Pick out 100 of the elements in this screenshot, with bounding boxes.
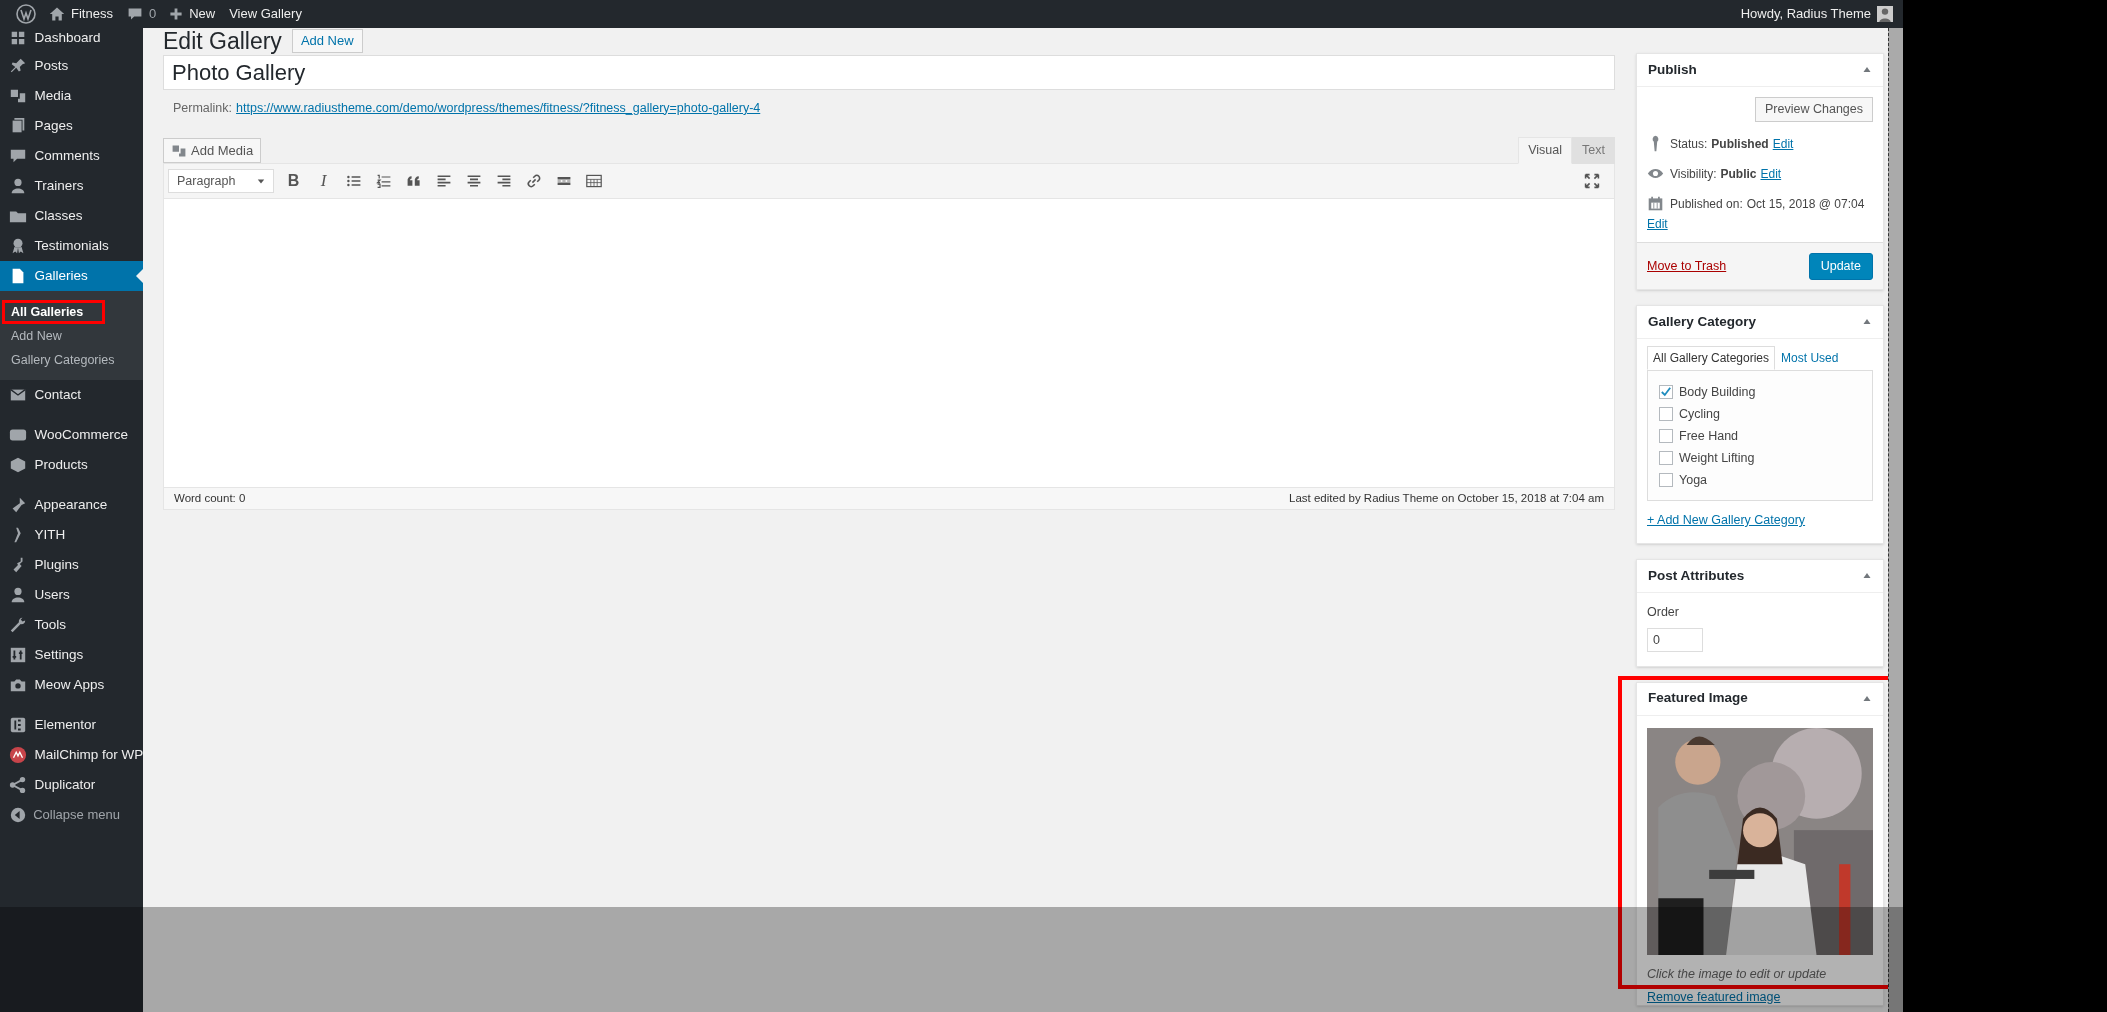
grid-icon	[9, 29, 27, 47]
italic-button[interactable]: I	[310, 167, 337, 195]
menu-item[interactable]: Users	[0, 580, 143, 610]
quote-icon	[405, 173, 422, 189]
submenu-item[interactable]: Add New	[0, 324, 143, 348]
category-label: Body Building	[1679, 383, 1756, 401]
menu-item[interactable]: Tools	[0, 610, 143, 640]
numbered-list-icon	[375, 173, 392, 189]
permalink-label: Permalink:	[173, 99, 233, 117]
menu-item[interactable]: Appearance	[0, 490, 143, 520]
add-category-link[interactable]: + Add New Gallery Category	[1647, 511, 1873, 530]
menu-item[interactable]: Plugins	[0, 550, 143, 580]
align-right-icon	[495, 173, 512, 189]
home-icon	[49, 6, 65, 22]
menu-item[interactable]: Settings	[0, 640, 143, 670]
checkbox[interactable]	[1659, 429, 1673, 443]
caret-icon	[257, 177, 265, 185]
circle-icon	[9, 746, 27, 764]
order-label: Order	[1647, 603, 1680, 621]
pin-icon	[9, 57, 27, 75]
bulleted-list-icon	[345, 173, 362, 189]
category-tab[interactable]: All Gallery Categories	[1647, 346, 1776, 370]
format-dropdown[interactable]: Paragraph	[168, 169, 274, 193]
share-icon	[9, 776, 27, 794]
wrench-icon	[9, 616, 27, 634]
menu-item[interactable]: Media	[0, 81, 143, 111]
category-label: Weight Lifting	[1679, 449, 1755, 467]
greeting-link[interactable]: Howdy, Radius Theme	[1740, 4, 1871, 24]
checkbox[interactable]	[1659, 407, 1673, 421]
media-icon	[171, 142, 187, 159]
collapse-arrow-icon	[1862, 65, 1872, 75]
site-link[interactable]: Fitness	[71, 4, 113, 24]
align-center-icon	[465, 173, 482, 189]
move-to-trash-link[interactable]: Move to Trash	[1647, 256, 1727, 276]
collapse-arrow-icon	[1862, 317, 1872, 327]
field-value: Published	[1711, 136, 1769, 153]
update-button[interactable]: Update	[1808, 252, 1873, 280]
title-field[interactable]: Photo Gallery	[163, 55, 1615, 90]
toolbar-toggle-icon	[585, 173, 602, 189]
menu-item[interactable]: Meow Apps	[0, 670, 143, 700]
panel-title: Post Attributes	[1648, 566, 1745, 585]
editor-tab[interactable]: Visual	[1518, 137, 1573, 164]
word-count: Word count: 0	[174, 490, 246, 506]
submenu-item[interactable]: Gallery Categories	[0, 348, 143, 372]
align-left-icon	[435, 173, 452, 189]
menu-item[interactable]: Classes	[0, 201, 143, 231]
menu-item[interactable]: WooCommerce	[0, 420, 143, 450]
menu-item[interactable]: Comments	[0, 141, 143, 171]
category-label: Yoga	[1679, 471, 1708, 489]
new-link[interactable]: New	[189, 4, 216, 24]
permalink-link[interactable]: https://www.radiustheme.com/demo/wordpress/themes/fitness/?fitness_gallery=photo-gallery-4	[236, 98, 761, 118]
submenu-item[interactable]: All Galleries	[2, 300, 105, 324]
menu-item[interactable]: Posts	[0, 51, 143, 81]
menu-item[interactable]: Pages	[0, 111, 143, 141]
field-label: Published on:	[1670, 196, 1743, 213]
panel-title: Gallery Category	[1648, 312, 1757, 331]
checkbox[interactable]	[1659, 473, 1673, 487]
menu-item[interactable]: MailChimp for WP	[0, 740, 143, 770]
bold-button[interactable]: B	[280, 167, 307, 195]
box-icon	[9, 456, 27, 474]
menu-item[interactable]: Elementor	[0, 710, 143, 740]
sliders-icon	[9, 646, 27, 664]
menu-item[interactable]: Contact	[0, 380, 143, 410]
menu-item[interactable]: Trainers	[0, 171, 143, 201]
menu-item[interactable]: YITH	[0, 520, 143, 550]
collapse-menu-button[interactable]: Collapse menu	[0, 800, 143, 830]
menu-item[interactable]: Products	[0, 450, 143, 480]
preview-changes-button[interactable]: Preview Changes	[1755, 97, 1873, 122]
comment-count[interactable]: 0	[148, 4, 157, 24]
fullscreen-icon	[1584, 173, 1600, 189]
link-icon	[525, 173, 542, 189]
menu-item[interactable]: Dashboard	[0, 28, 143, 48]
page-heading: Edit Gallery	[163, 28, 282, 56]
menu-item[interactable]: Testimonials	[0, 231, 143, 261]
calendar-icon	[1647, 195, 1664, 212]
panel-title: Featured Image	[1648, 689, 1748, 708]
collapse-icon	[10, 807, 26, 823]
menu-item[interactable]: Galleries	[0, 261, 143, 291]
remove-image-link[interactable]: Remove featured image	[1647, 989, 1873, 1005]
view-gallery-link[interactable]: View Gallery	[229, 4, 302, 24]
category-label: Cycling	[1679, 405, 1720, 423]
order-field[interactable]: 0	[1647, 627, 1703, 652]
field-value: Oct 15, 2018 @ 07:04	[1746, 196, 1865, 213]
media-icon	[9, 87, 27, 105]
edit-link[interactable]: Edit	[1647, 214, 1668, 234]
edit-link[interactable]: Edit	[1760, 164, 1782, 184]
add-media-button[interactable]: Add Media	[163, 138, 262, 163]
field-label: Visibility:	[1670, 166, 1717, 183]
panel-title: Publish	[1648, 60, 1697, 79]
plus-icon	[169, 7, 184, 21]
category-tab[interactable]: Most Used	[1775, 346, 1845, 370]
menu-item[interactable]: Duplicator	[0, 770, 143, 800]
image-caption: Click the image to edit or update	[1647, 966, 1828, 982]
add-new-button[interactable]: Add New	[291, 29, 363, 53]
checkbox[interactable]	[1659, 451, 1673, 465]
checkbox[interactable]	[1659, 385, 1673, 399]
person-icon	[9, 177, 27, 195]
edit-link[interactable]: Edit	[1772, 134, 1794, 154]
wordpress-logo-icon	[16, 4, 36, 24]
last-edited-text: Last edited by Radius Theme on October 15, 2018 at 7:04 am	[1289, 490, 1604, 506]
